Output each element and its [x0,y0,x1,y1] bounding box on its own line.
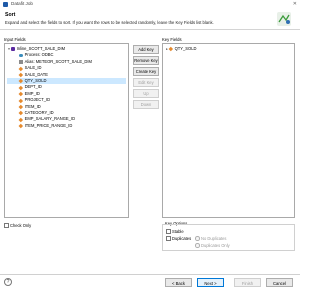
no-duplicates-radio[interactable] [195,236,200,241]
down-button[interactable]: Down [133,100,159,109]
doc-icon [19,60,23,64]
up-button[interactable]: Up [133,89,159,98]
stable-label: Stable [172,229,184,234]
db-icon [19,53,23,58]
app-icon [3,2,8,7]
wizard-header: Sort Expand and select the fields to sor… [0,10,300,30]
duplicates-checkbox[interactable] [166,236,171,241]
field-icon [18,85,23,90]
duplicates-label: Duplicates [172,236,192,241]
duplicates-only-label: Duplicates Only [201,243,230,248]
check-only-checkbox[interactable] [4,223,9,228]
next-button[interactable]: Next > [197,278,224,287]
window-titlebar: Datafit Job ✕ [0,0,300,10]
tree-item-label: ITEM_PRICE_RANGE_ID [24,122,73,128]
field-icon [18,72,23,77]
check-only-label: Check Only [10,223,32,228]
wizard-banner-icon [277,12,291,26]
field-icon [18,98,23,103]
no-duplicates-label: No Duplicates [201,236,227,241]
field-icon [168,47,173,52]
field-icon [18,79,23,84]
window-title: Datafit Job [11,1,33,6]
input-fields-label: Input Fields [4,37,26,42]
field-icon [18,66,23,71]
tree-item-label: QTY_SOLD [174,46,197,51]
stable-checkbox[interactable] [166,229,171,234]
component-icon [11,47,15,51]
page-description: Expand and select the fields to sort. If… [5,20,214,25]
cancel-button[interactable]: Cancel [266,278,293,287]
close-icon[interactable]: ✕ [293,1,297,7]
tree-item[interactable]: ITEM_PRICE_RANGE_ID [7,123,126,129]
field-icon [18,111,23,116]
finish-button[interactable]: Finish [234,278,261,287]
field-icon [18,104,23,109]
add-key-button[interactable]: Add Key [133,45,159,54]
edit-key-button[interactable]: Edit Key [133,78,159,87]
footer-divider [0,274,300,275]
page-title: Sort [5,12,16,18]
key-fields-tree[interactable]: ▸ QTY_SOLD [162,43,295,218]
tree-item[interactable]: ▸ QTY_SOLD [165,46,292,52]
input-fields-tree[interactable]: ▾ Inline_SCOTT_SALE_DIM Process: ODBC Alias… [4,43,129,218]
field-icon [18,123,23,128]
key-fields-label: Key Fields [162,37,182,42]
duplicates-only-radio[interactable] [195,243,200,248]
remove-key-button[interactable]: Remove Key [133,56,159,65]
field-icon [18,117,23,122]
field-icon [18,91,23,96]
help-icon[interactable]: ? [4,278,12,286]
back-button[interactable]: < Back [165,278,192,287]
create-key-button[interactable]: Create Key [133,67,159,76]
